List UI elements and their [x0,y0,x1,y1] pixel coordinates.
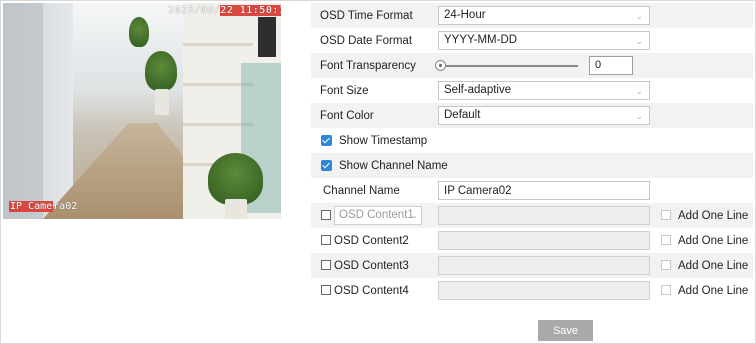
font-size-select[interactable]: Self-adaptive ⌄ [438,81,650,100]
osd-content4-add-line-checkbox[interactable] [661,285,671,295]
show-timestamp-checkbox[interactable] [321,135,332,146]
row-osd-content2: OSD Content2 Add One Line [311,228,753,253]
chevron-down-icon: ⌄ [635,111,643,121]
date-format-value: YYYY-MM-DD [444,34,518,46]
osd-content4-checkbox[interactable] [321,285,331,295]
date-format-label: OSD Date Format [320,34,413,47]
osd-content2-checkbox[interactable] [321,235,331,245]
channel-rest: ra02 [53,201,78,212]
preview-channel-overlay: IP Camera02 [9,201,77,212]
row-osd-content1: OSD Content1 ⌄ Add One Line [311,203,753,228]
osd-content4-add-line-label: Add One Line [678,284,749,297]
channel-highlight: IP Came [9,201,54,212]
save-button[interactable]: Save [538,320,593,341]
chevron-down-icon: ⌄ [410,210,418,220]
font-color-select[interactable]: Default ⌄ [438,106,650,125]
row-osd-content3: OSD Content3 Add One Line [311,253,753,278]
row-date-format: OSD Date Format YYYY-MM-DD ⌄ [311,28,753,53]
osd-content3-add-line-label: Add One Line [678,259,749,272]
osd-content3-checkbox[interactable] [321,260,331,270]
time-format-select[interactable]: 24-Hour ⌄ [438,6,650,25]
preview-plant [145,51,177,91]
osd-content1-value: OSD Content1 [339,209,414,221]
osd-content2-add-line-label: Add One Line [678,234,749,247]
osd-content1-text[interactable] [438,206,650,225]
channel-name-input[interactable] [438,181,650,200]
font-size-value: Self-adaptive [444,84,512,96]
osd-content2-text[interactable] [438,231,650,250]
show-channel-checkbox[interactable] [321,160,332,171]
chevron-down-icon: ⌄ [635,86,643,96]
transparency-input[interactable]: 0 [589,56,633,75]
row-channel-name: Channel Name [311,178,753,203]
chevron-down-icon: ⌄ [635,11,643,21]
osd-content2-label: OSD Content2 [334,234,409,247]
row-font-color: Font Color Default ⌄ [311,103,753,128]
osd-content1-add-line-checkbox[interactable] [661,210,671,220]
osd-content3-add-line-checkbox[interactable] [661,260,671,270]
row-osd-content4: OSD Content4 Add One Line [311,278,753,303]
preview-plant [208,153,263,205]
osd-content1-add-line-label: Add One Line [678,209,749,222]
osd-content1-select[interactable]: OSD Content1 ⌄ [334,206,422,225]
row-time-format: OSD Time Format 24-Hour ⌄ [311,3,753,28]
osd-content2-add-line-checkbox[interactable] [661,235,671,245]
osd-content3-text[interactable] [438,256,650,275]
row-show-channel: Show Channel Name [311,153,753,178]
font-color-label: Font Color [320,109,374,122]
transparency-slider-track[interactable] [442,65,578,67]
camera-preview[interactable]: 2025/08/22 11:50:10 IP Camera02 [3,3,281,219]
font-size-label: Font Size [320,84,369,97]
timestamp-prefix: 2025/08/ [168,5,221,16]
channel-name-label: Channel Name [323,184,400,197]
osd-content3-label: OSD Content3 [334,259,409,272]
preview-door [258,17,276,57]
preview-timestamp-overlay: 2025/08/22 11:50:10 [168,5,281,16]
preview-shelf-board [183,43,253,46]
osd-content4-label: OSD Content4 [334,284,409,297]
font-color-value: Default [444,109,481,121]
transparency-slider-handle[interactable] [435,60,446,71]
chevron-down-icon: ⌄ [635,36,643,46]
row-transparency: Font Transparency 0 [311,53,753,78]
osd-content4-text[interactable] [438,281,650,300]
date-format-select[interactable]: YYYY-MM-DD ⌄ [438,31,650,50]
preview-plant-pot [155,89,169,115]
preview-plant [129,17,149,47]
show-timestamp-label[interactable]: Show Timestamp [339,135,427,147]
osd-content1-checkbox[interactable] [321,210,331,220]
show-channel-label[interactable]: Show Channel Name [339,160,448,172]
row-show-timestamp: Show Timestamp [311,128,753,153]
time-format-value: 24-Hour [444,9,486,21]
time-format-label: OSD Time Format [320,9,413,22]
transparency-label: Font Transparency [320,59,416,72]
preview-plant-pot [225,199,247,219]
row-font-size: Font Size Self-adaptive ⌄ [311,78,753,103]
timestamp-highlight: 22 11:50:10 [220,5,281,16]
preview-left-wall-shade [3,3,43,219]
